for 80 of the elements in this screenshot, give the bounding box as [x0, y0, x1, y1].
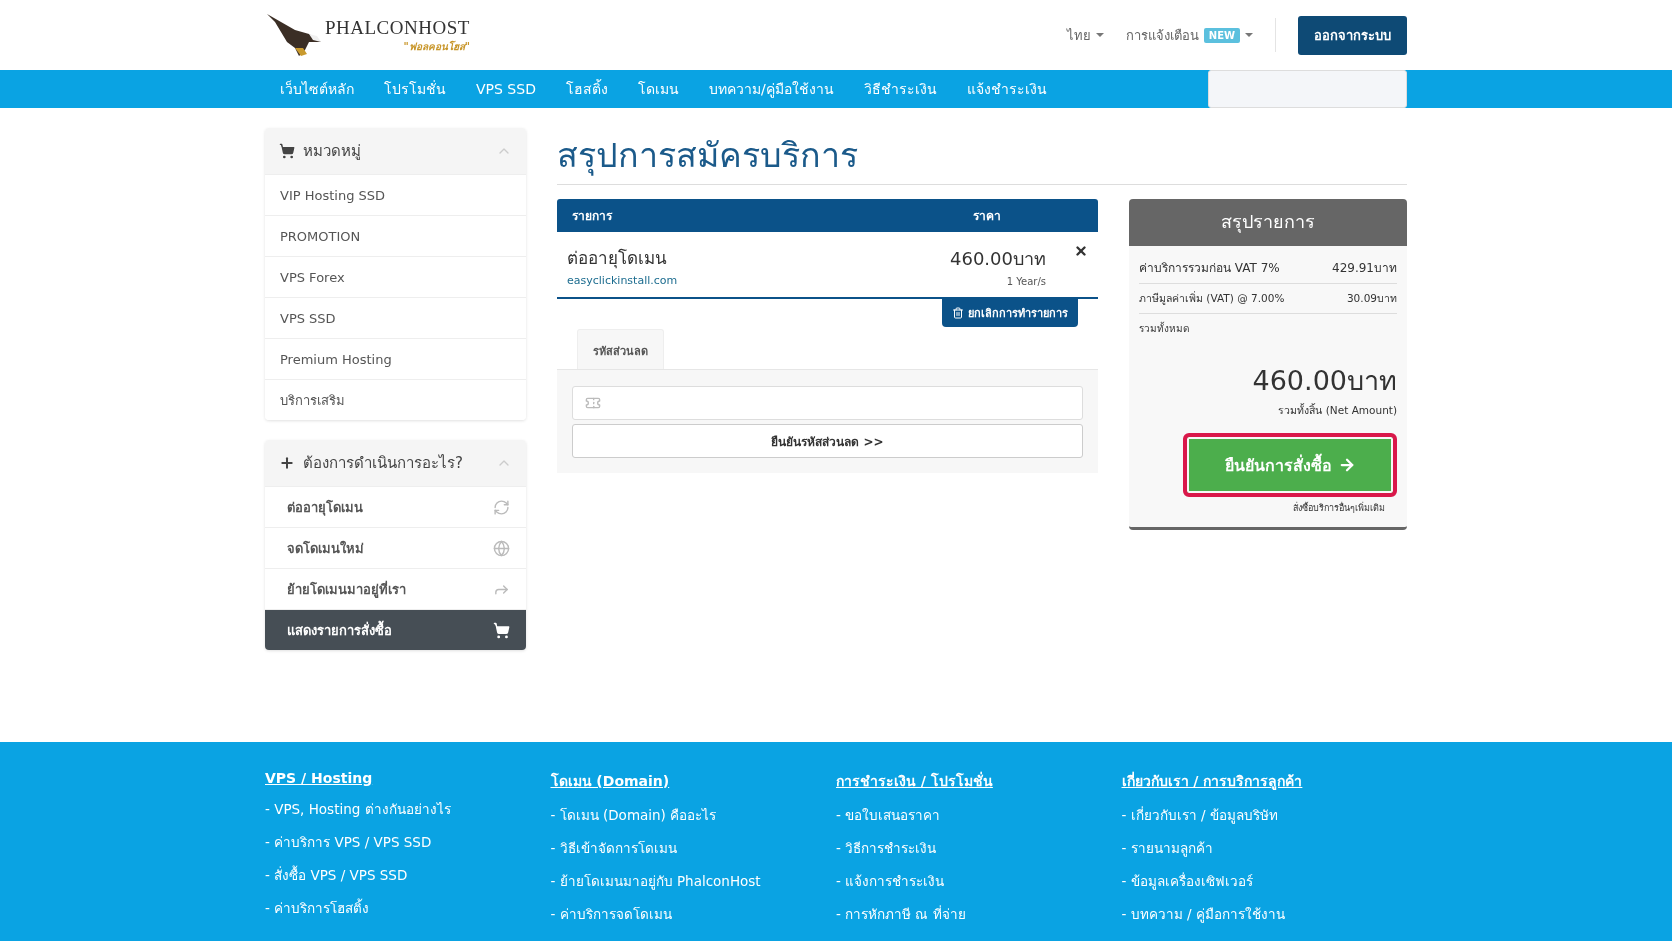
nav-link[interactable]: โฮสติ้ง: [550, 78, 623, 100]
net-amount-label: รวมทั้งสิ้น (Net Amount): [1277, 402, 1397, 418]
footer-link[interactable]: - รายนามลูกค้า: [1121, 837, 1407, 859]
summary-title: สรุปรายการ: [1129, 199, 1407, 246]
footer-heading[interactable]: การชำระเงิน / โปรโมชั่น: [836, 770, 1122, 792]
logo-tagline: "ฟอลคอนโฮส": [403, 39, 470, 54]
footer-link[interactable]: - การหักภาษี ณ ที่จ่าย: [836, 903, 1122, 925]
ticket-icon: [585, 395, 601, 411]
footer-heading[interactable]: VPS / Hosting: [265, 770, 551, 786]
continue-shopping-link[interactable]: สั่งซื้อบริการอื่นๆเพิ่มเติม: [1293, 501, 1385, 515]
footer-link[interactable]: - ค่าบริการ VPS / VPS SSD: [265, 831, 551, 853]
trash-icon: [952, 307, 964, 319]
validate-code-button[interactable]: ยืนยันรหัสส่วนลด >>: [572, 424, 1083, 458]
footer-link[interactable]: - โดเมน (Domain) คืออะไร: [550, 804, 836, 826]
footer-link[interactable]: - สั่งซื้อ VPS / VPS SSD: [265, 864, 551, 886]
action-label: แสดงรายการสั่งซื้อ: [287, 619, 392, 640]
action-link[interactable]: แสดงรายการสั่งซื้อ: [265, 609, 526, 650]
panel-title: หมวดหมู่: [303, 141, 362, 162]
column-header: รายการ: [572, 208, 612, 225]
notifications-dropdown[interactable]: การแจ้งเตือน NEW: [1125, 24, 1253, 46]
search-field[interactable]: [1208, 70, 1407, 108]
nav-link[interactable]: แจ้งชำระเงิน: [951, 78, 1062, 100]
summary-label: ค่าบริการรวมก่อน VAT 7%: [1139, 260, 1280, 277]
cart-icon: [493, 621, 510, 639]
summary-value: 30.09บาท: [1346, 291, 1397, 306]
plus-icon: [279, 455, 295, 471]
billing-cycle: 1 Year/s: [1005, 276, 1046, 287]
item-name: ต่ออายุโดเมน: [567, 247, 668, 271]
nav-link[interactable]: โปรโมชั่น: [369, 78, 461, 100]
language-dropdown[interactable]: ไทย: [1066, 24, 1104, 46]
remove-icon[interactable]: [1074, 244, 1088, 258]
footer-link[interactable]: - บทความ / คู่มือการใช้งาน: [1121, 903, 1407, 925]
action-label: ต่ออายุโดเมน: [287, 498, 363, 518]
footer-link[interactable]: - ค่าบริการโฮสติ้ง: [265, 897, 551, 919]
nav-link[interactable]: VPS SSD: [461, 81, 551, 97]
category-link[interactable]: Premium Hosting: [265, 338, 526, 379]
category-link[interactable]: PROMOTION: [265, 215, 526, 256]
nav-link[interactable]: วิธีชำระเงิน: [848, 78, 952, 100]
action-label: จดโดเมนใหม่: [287, 539, 364, 558]
logo-name: PHALCONHOST: [325, 16, 470, 39]
column-header: ราคา: [973, 208, 1002, 225]
footer-link[interactable]: - VPS, Hosting ต่างกันอย่างไร: [265, 798, 551, 820]
footer-link[interactable]: - ค่าบริการจดโดเมน: [550, 903, 836, 925]
summary-label: ภาษีมูลค่าเพิ่ม (VAT) @ 7.00%: [1139, 290, 1285, 307]
footer-link[interactable]: - แจ้งการชำระเงิน: [836, 870, 1122, 892]
footer-link[interactable]: - ข้อมูลเครื่องเซิฟเวอร์: [1121, 870, 1407, 892]
footer-heading[interactable]: เกี่ยวกับเรา / การบริการลูกค้า: [1121, 770, 1407, 792]
item-price: 460.00บาท: [950, 247, 1046, 271]
footer-link[interactable]: - ขอใบเสนอราคา: [836, 804, 1122, 826]
action-link[interactable]: จดโดเมนใหม่: [265, 527, 526, 568]
category-link[interactable]: VIP Hosting SSD: [265, 174, 526, 215]
panel-title: ต้องการดำเนินการอะไร?: [303, 453, 464, 474]
category-link[interactable]: บริการเสริม: [265, 379, 526, 420]
summary-value: 429.91บาท: [1332, 260, 1397, 277]
cart-icon: [279, 143, 295, 159]
nav-link[interactable]: บทความ/คู่มือใช้งาน: [693, 78, 849, 100]
footer-link[interactable]: - ย้ายโดเมนมาอยู่กับ PhalconHost: [550, 870, 836, 892]
footer-link[interactable]: - วิธีการชำระเงิน: [836, 837, 1122, 859]
footer-link[interactable]: - เกี่ยวกับเรา / ข้อมูลบริษัท: [1121, 804, 1407, 826]
checkout-button[interactable]: ยืนยันการสั่งซื้อ: [1183, 433, 1397, 497]
action-label: ย้ายโดเมนมาอยู่ที่เรา: [287, 579, 406, 600]
domain-name: easyclickinstall.com: [567, 274, 678, 287]
category-link[interactable]: VPS Forex: [265, 256, 526, 297]
empty-cart-button[interactable]: ยกเลิกการทำรายการ: [942, 299, 1078, 327]
total-amount: 460.00บาท: [1251, 364, 1397, 398]
total-label: รวมทั้งหมด: [1139, 320, 1190, 336]
promo-tab[interactable]: รหัสส่วนลด: [577, 329, 664, 369]
category-link[interactable]: VPS SSD: [265, 297, 526, 338]
footer-link[interactable]: - วิธีเข้าจัดการโดเมน: [550, 837, 836, 859]
globe-icon: [493, 539, 510, 557]
action-link[interactable]: ต่ออายุโดเมน: [265, 486, 526, 527]
action-link[interactable]: ย้ายโดเมนมาอยู่ที่เรา: [265, 568, 526, 609]
logout-button[interactable]: ออกจากระบบ: [1298, 15, 1407, 55]
page-title: สรุปการสมัครบริการ: [557, 128, 1407, 185]
footer-heading[interactable]: โดเมน (Domain): [550, 770, 836, 792]
nav-link[interactable]: เว็บไซต์หลัก: [265, 78, 369, 100]
nav-link[interactable]: โดเมน: [622, 78, 694, 100]
promo-code-field[interactable]: [572, 386, 1083, 420]
refresh-icon: [493, 498, 510, 516]
new-badge: NEW: [1203, 27, 1240, 43]
